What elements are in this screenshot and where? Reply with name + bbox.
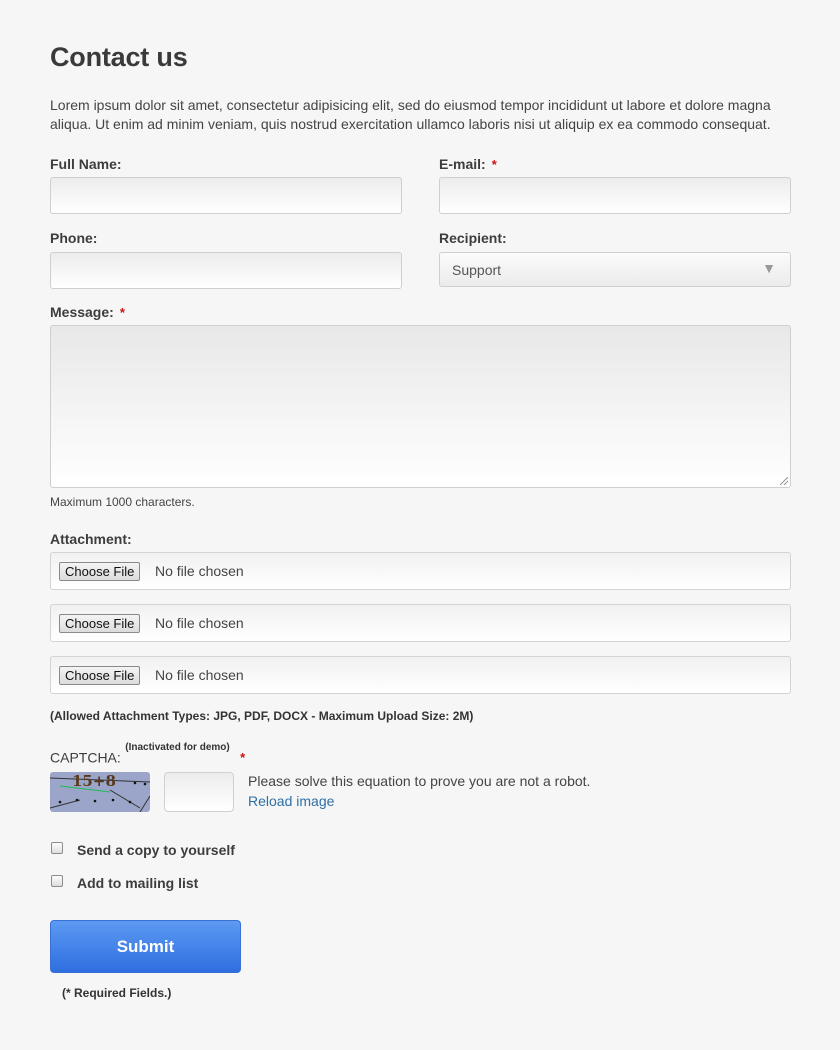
full-name-label: Full Name: <box>50 156 122 172</box>
intro-text: Lorem ipsum dolor sit amet, consectetur … <box>50 97 771 132</box>
resize-handle-icon[interactable] <box>780 477 788 485</box>
captcha-image-text: 15+8 <box>72 772 116 790</box>
captcha-label: CAPTCHA: (Inactivated for demo) * <box>50 742 246 767</box>
mailing-list-label[interactable]: Add to mailing list <box>77 875 198 891</box>
message-textarea[interactable] <box>50 325 791 488</box>
recipient-selected-value: Support <box>452 262 502 278</box>
choose-file-button[interactable]: Choose File <box>59 666 141 685</box>
send-copy-checkbox[interactable] <box>51 842 63 854</box>
attachment-label-text: Attachment: <box>50 531 132 547</box>
required-fields-note: (* Required Fields.) <box>62 986 172 1000</box>
allowed-types-note: (Allowed Attachment Types: JPG, PDF, DOC… <box>50 709 474 723</box>
recipient-label: Recipient: <box>439 230 507 246</box>
chevron-down-icon: ▼ <box>762 260 776 276</box>
message-label: Message: * <box>50 304 125 320</box>
phone-label-text: Phone: <box>50 230 98 246</box>
phone-input[interactable] <box>50 252 402 289</box>
captcha-instructions: Please solve this equation to prove you … <box>248 773 591 789</box>
required-marker: * <box>119 305 125 320</box>
submit-button[interactable]: Submit <box>50 920 241 973</box>
required-marker: * <box>240 750 246 766</box>
captcha-image: 15+8 <box>50 772 150 812</box>
mailing-list-checkbox[interactable] <box>51 875 63 887</box>
captcha-demo-note: (Inactivated for demo) <box>125 742 230 753</box>
page-title: Contact us <box>50 42 188 72</box>
choose-file-button[interactable]: Choose File <box>59 614 141 633</box>
full-name-label-text: Full Name: <box>50 156 122 172</box>
message-label-text: Message: <box>50 304 114 320</box>
attachment-label: Attachment: <box>50 531 132 547</box>
file-input-1[interactable]: Choose File No file chosen <box>50 552 791 590</box>
email-label-text: E-mail: <box>439 156 486 172</box>
recipient-select[interactable]: Support ▼ <box>439 252 791 287</box>
file-input-2[interactable]: Choose File No file chosen <box>50 604 791 642</box>
email-label: E-mail: * <box>439 156 497 172</box>
recipient-label-text: Recipient: <box>439 230 507 246</box>
choose-file-button[interactable]: Choose File <box>59 562 141 581</box>
captcha-answer-input[interactable] <box>164 772 234 812</box>
required-marker: * <box>491 157 497 172</box>
file-input-3[interactable]: Choose File No file chosen <box>50 656 791 694</box>
send-copy-label[interactable]: Send a copy to yourself <box>77 842 235 858</box>
captcha-label-text: CAPTCHA: <box>50 749 121 766</box>
full-name-input[interactable] <box>50 177 402 214</box>
file-status: No file chosen <box>155 615 244 631</box>
reload-image-link[interactable]: Reload image <box>248 793 334 809</box>
file-status: No file chosen <box>155 563 244 579</box>
email-input[interactable] <box>439 177 791 214</box>
message-hint: Maximum 1000 characters. <box>50 495 195 509</box>
phone-label: Phone: <box>50 230 97 246</box>
file-status: No file chosen <box>155 667 244 683</box>
